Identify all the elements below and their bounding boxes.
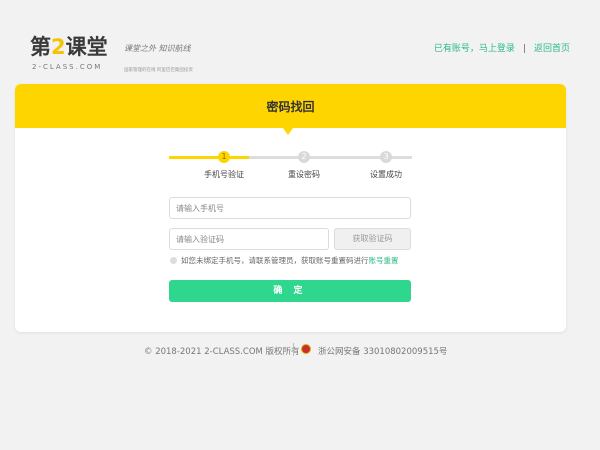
- logo-subtitle: 2-CLASS.COM: [32, 63, 103, 71]
- page-header: 第2课堂 2-CLASS.COM 课堂之外 知识航线 国家管理的在线 阿里巴巴集…: [0, 0, 600, 84]
- verification-code-input[interactable]: [169, 228, 329, 250]
- police-badge-icon: [301, 344, 311, 354]
- login-link[interactable]: 已有账号，马上登录: [434, 44, 515, 54]
- logo-suffix: 课堂: [65, 35, 108, 59]
- step-label-3: 设置成功: [370, 170, 402, 179]
- icp-record-link[interactable]: 浙公网安备 33010802009515号: [318, 345, 447, 357]
- logo-number: 2: [51, 35, 66, 59]
- top-nav: 已有账号，马上登录 | 返回首页: [434, 41, 570, 54]
- slogan: 课堂之外 知识航线: [124, 44, 191, 53]
- slogan-subtitle: 国家管理的在线 阿里巴巴集团投资: [124, 68, 193, 73]
- step-dot-3: 3: [380, 151, 392, 163]
- logo[interactable]: 第2课堂 2-CLASS.COM: [30, 34, 116, 76]
- footer-divider: [293, 343, 294, 356]
- card-title: 密码找回: [266, 100, 315, 114]
- phone-input[interactable]: [169, 197, 411, 219]
- copyright-text: © 2018-2021 2-CLASS.COM 版权所有: [144, 347, 300, 357]
- nav-separator: |: [522, 44, 526, 54]
- header-notch: [283, 128, 293, 135]
- step-label-1: 手机号验证: [204, 170, 244, 179]
- step-line-2: [249, 156, 332, 159]
- account-reset-link[interactable]: 账号重置: [369, 256, 399, 265]
- tip-radio[interactable]: [170, 256, 177, 264]
- logo-prefix: 第: [30, 35, 51, 59]
- password-recovery-card: 密码找回 1 2 3 手机号验证 重设密码 设置成功 获取验证码 如您未绑定手机…: [15, 84, 566, 332]
- card-header: 密码找回: [15, 84, 566, 128]
- confirm-button[interactable]: 确 定: [169, 280, 411, 302]
- get-code-button[interactable]: 获取验证码: [334, 228, 411, 250]
- home-link[interactable]: 返回首页: [534, 44, 570, 54]
- step-dot-2: 2: [298, 151, 310, 163]
- step-label-2: 重设密码: [288, 170, 320, 179]
- step-line-3: [332, 156, 412, 159]
- step-dot-1: 1: [218, 151, 230, 163]
- step-progress: 1 2 3 手机号验证 重设密码 设置成功: [169, 150, 412, 180]
- tip-text: 如您未绑定手机号，请联系管理员，获取账号重置码进行: [181, 256, 369, 265]
- logo-text: 第2课堂: [30, 34, 108, 60]
- step-line-1: [169, 156, 249, 159]
- reset-tip: 如您未绑定手机号，请联系管理员，获取账号重置码进行账号重置: [170, 256, 399, 266]
